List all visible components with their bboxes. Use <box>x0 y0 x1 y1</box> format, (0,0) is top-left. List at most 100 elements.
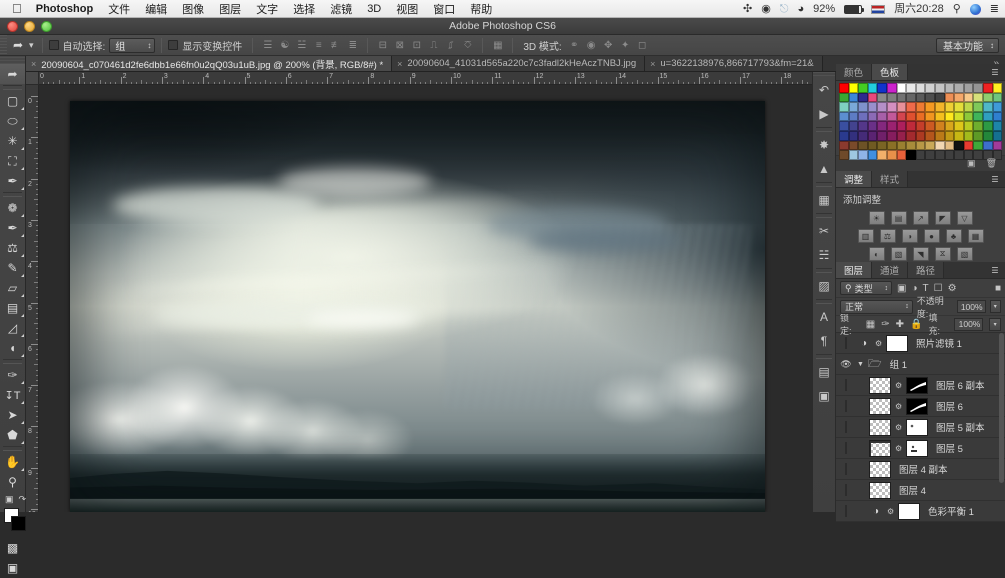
layer-mask-thumbnail[interactable] <box>906 398 928 415</box>
color-swatch[interactable] <box>858 93 868 103</box>
distribute-right-icon[interactable]: ⎏ <box>459 37 476 53</box>
eraser-tool[interactable]: ▱ <box>0 278 25 298</box>
tab-color[interactable]: 颜色 <box>836 64 872 80</box>
color-swatch[interactable] <box>935 141 945 151</box>
color-swatch[interactable] <box>877 150 887 160</box>
notification-center-icon[interactable]: ◉ <box>761 4 771 15</box>
color-swatch[interactable] <box>945 141 955 151</box>
lasso-tool[interactable]: ⬭ <box>0 111 25 131</box>
color-swatch[interactable] <box>916 102 926 112</box>
menu-select[interactable]: 选择 <box>293 1 315 17</box>
color-swatch[interactable] <box>897 102 907 112</box>
brightness-contrast-icon[interactable]: ☀ <box>869 211 885 225</box>
color-swatch[interactable] <box>993 83 1003 93</box>
close-icon[interactable]: × <box>650 59 655 69</box>
color-swatch[interactable] <box>858 141 868 151</box>
color-swatch[interactable] <box>945 150 955 160</box>
color-swatch[interactable] <box>925 121 935 131</box>
horizontal-ruler[interactable]: 0123456789101112131415161718 <box>26 72 812 85</box>
hue-saturation-icon[interactable]: ▥ <box>858 229 874 243</box>
color-swatch[interactable] <box>849 150 859 160</box>
actions-panel-icon[interactable]: ▶ <box>813 102 835 126</box>
tab-swatches[interactable]: 色板 <box>872 64 908 80</box>
color-swatch[interactable] <box>983 93 993 103</box>
distribute-top-icon[interactable]: ⊟ <box>374 37 391 53</box>
color-swatch[interactable] <box>964 102 974 112</box>
color-lookup-icon[interactable]: ▦ <box>968 229 984 243</box>
color-swatch[interactable] <box>877 112 887 122</box>
layer-mask-thumbnail[interactable] <box>906 440 928 457</box>
filter-smart-icon[interactable]: ⚙ <box>948 283 957 294</box>
link-icon[interactable]: ⚙ <box>887 507 894 516</box>
color-swatch[interactable] <box>897 121 907 131</box>
menu-image[interactable]: 图像 <box>182 1 204 17</box>
color-swatch[interactable] <box>858 150 868 160</box>
color-swatch[interactable] <box>839 121 849 131</box>
color-swatch[interactable] <box>954 141 964 151</box>
color-swatch[interactable] <box>897 112 907 122</box>
layer-thumbnail[interactable] <box>869 440 891 457</box>
layer-list-scrollbar[interactable] <box>999 333 1004 483</box>
align-vertical-centers-icon[interactable]: ≢ <box>327 37 344 53</box>
blur-tool[interactable]: ◿ <box>0 318 25 338</box>
filter-type-icon[interactable]: T <box>923 283 929 294</box>
color-swatch[interactable] <box>973 102 983 112</box>
move-tool-icon[interactable]: ➦ <box>7 38 29 52</box>
color-swatch[interactable] <box>935 83 945 93</box>
color-swatch[interactable] <box>858 121 868 131</box>
zoom-tool[interactable]: ⚲ <box>0 472 25 492</box>
color-swatch[interactable] <box>839 102 849 112</box>
color-swatch[interactable] <box>858 112 868 122</box>
layer-name[interactable]: 图层 4 <box>899 483 926 497</box>
layer-name[interactable]: 色彩平衡 1 <box>928 504 974 518</box>
layer-thumbnail[interactable] <box>869 419 891 436</box>
menu-edit[interactable]: 编辑 <box>145 1 167 17</box>
menu-3d[interactable]: 3D <box>367 3 381 15</box>
color-swatch[interactable] <box>858 131 868 141</box>
color-swatch[interactable] <box>973 112 983 122</box>
color-swatch[interactable] <box>945 121 955 131</box>
color-swatch[interactable] <box>935 112 945 122</box>
color-swatch[interactable] <box>925 102 935 112</box>
threshold-icon[interactable]: ◥ <box>913 247 929 261</box>
layer-comps-icon[interactable]: ▨ <box>813 274 835 298</box>
notification-list-icon[interactable]: ≣ <box>990 4 999 15</box>
color-swatch[interactable] <box>887 102 897 112</box>
gradient-tool[interactable]: ▤ <box>0 298 25 318</box>
color-swatch[interactable] <box>954 102 964 112</box>
brush-tool[interactable]: ✒ <box>0 218 25 238</box>
color-swatch[interactable] <box>983 141 993 151</box>
table-row[interactable]: ◑⚙照片滤镜 1 <box>836 333 1005 354</box>
align-right-edges-icon[interactable]: ☱ <box>293 37 310 53</box>
paragraph-panel-icon[interactable]: ¶ <box>813 329 835 353</box>
color-swatch[interactable] <box>839 141 849 151</box>
color-swatch[interactable] <box>973 121 983 131</box>
color-swatch[interactable] <box>897 141 907 151</box>
color-swatch[interactable] <box>849 141 859 151</box>
color-swatch[interactable] <box>868 83 878 93</box>
distribute-bottom-icon[interactable]: ⊡ <box>408 37 425 53</box>
color-swatch[interactable] <box>877 93 887 103</box>
eye-toggle-box[interactable] <box>845 337 847 349</box>
color-swatch[interactable] <box>916 112 926 122</box>
lock-all-icon[interactable]: 🔒 <box>910 319 922 330</box>
color-swatch[interactable] <box>973 141 983 151</box>
color-swatch[interactable] <box>916 131 926 141</box>
color-swatch[interactable] <box>925 131 935 141</box>
color-swatch[interactable] <box>868 141 878 151</box>
table-row[interactable]: ⚙图层 5 <box>836 438 1005 459</box>
layer-name[interactable]: 照片滤镜 1 <box>916 336 962 350</box>
color-swatch[interactable] <box>916 150 926 160</box>
document-canvas-area[interactable] <box>39 85 812 512</box>
eye-hidden-icon[interactable] <box>839 380 853 390</box>
color-swatch[interactable] <box>954 121 964 131</box>
eye-visible-icon[interactable]: 👁 <box>839 359 853 370</box>
color-swatch[interactable] <box>983 102 993 112</box>
color-swatch[interactable] <box>877 141 887 151</box>
fill-stepper[interactable]: ▾ <box>989 318 1001 331</box>
eye-toggle-box[interactable] <box>845 421 847 433</box>
color-swatch[interactable] <box>954 150 964 160</box>
eye-toggle-box[interactable] <box>845 463 847 475</box>
tab-layers[interactable]: 图层 <box>836 262 872 278</box>
color-swatch[interactable] <box>993 112 1003 122</box>
